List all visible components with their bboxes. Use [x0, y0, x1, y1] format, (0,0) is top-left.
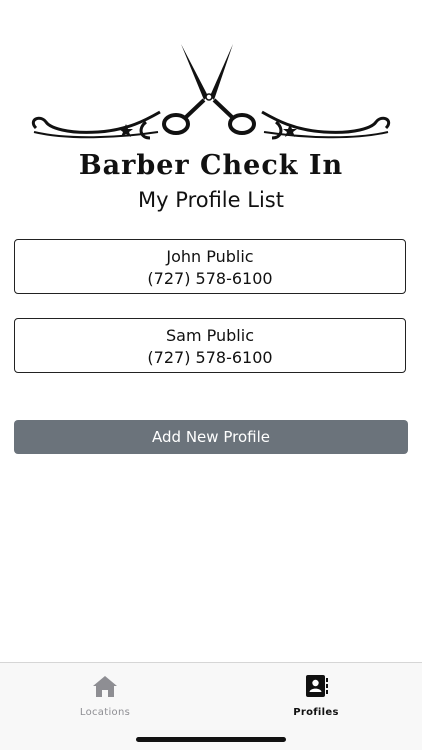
profile-phone: (727) 578-6100 — [147, 348, 273, 367]
app-logo: Barber Check In — [28, 40, 394, 185]
contact-book-icon — [302, 673, 330, 699]
tab-profiles[interactable]: Profiles — [256, 673, 376, 723]
tab-label: Profiles — [293, 707, 339, 718]
tab-locations[interactable]: Locations — [45, 673, 165, 723]
home-indicator — [136, 737, 286, 742]
tab-label: Locations — [79, 707, 131, 718]
scissors-flourish-icon — [31, 44, 391, 140]
profile-name: Sam Public — [166, 326, 254, 345]
page-title: My Profile List — [138, 188, 284, 212]
profile-name: John Public — [166, 247, 254, 266]
logo-wordmark: Barber Check In — [78, 150, 344, 181]
home-icon — [91, 673, 119, 699]
add-new-profile-button[interactable]: Add New Profile — [14, 420, 408, 454]
profile-card[interactable]: Sam Public (727) 578-6100 — [14, 318, 406, 373]
profile-card[interactable]: John Public (727) 578-6100 — [14, 239, 406, 294]
profile-phone: (727) 578-6100 — [147, 269, 273, 288]
